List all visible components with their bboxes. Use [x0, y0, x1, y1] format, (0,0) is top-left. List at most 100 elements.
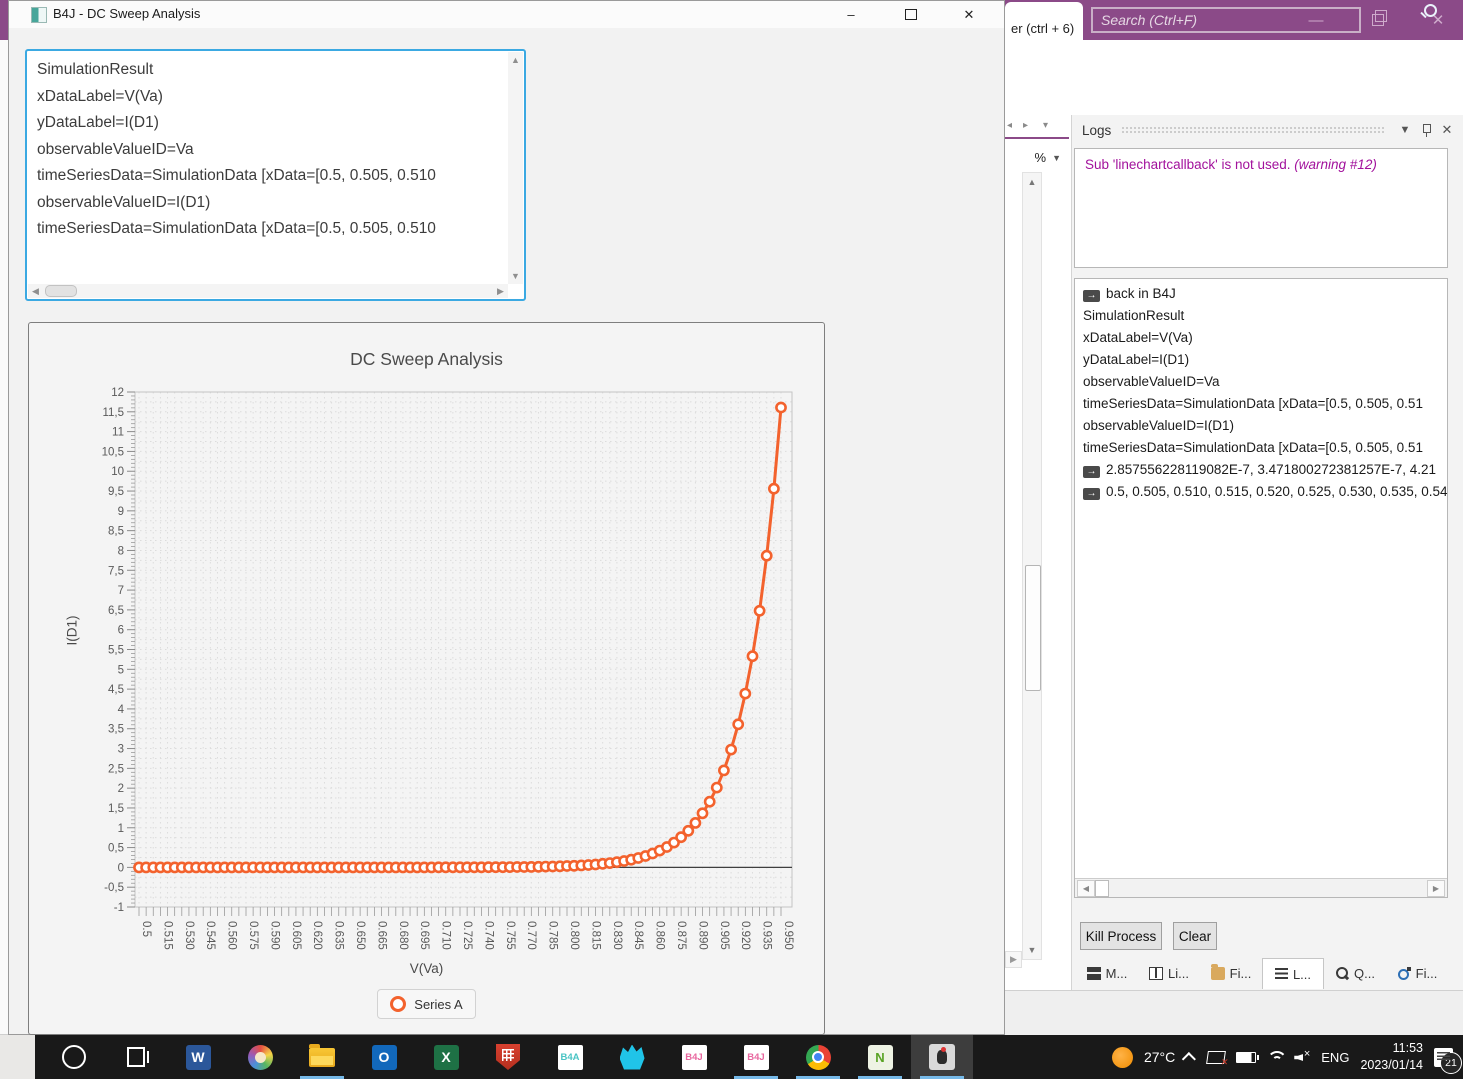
taskbar-item-b4j[interactable]: B4J [663, 1035, 725, 1079]
language-indicator[interactable]: ENG [1321, 1050, 1349, 1065]
close-icon[interactable]: ✕ [1437, 122, 1457, 138]
minimize-button[interactable]: – [829, 1, 873, 28]
book-icon [1149, 967, 1164, 980]
scroll-up-icon[interactable]: ▲ [508, 55, 523, 65]
scroll-up-icon[interactable]: ▲ [1023, 173, 1041, 190]
zoom-value: % [1034, 150, 1047, 165]
taskbar-item-outlook[interactable]: O [353, 1035, 415, 1079]
svg-text:0.860: 0.860 [654, 921, 666, 950]
battery-icon[interactable] [1236, 1051, 1260, 1063]
textarea-line: timeSeriesData=SimulationData [xData=[0.… [37, 167, 436, 184]
scroll-right-icon[interactable]: ▶ [493, 286, 508, 297]
ide-restore-button[interactable] [1361, 0, 1395, 40]
data-point [753, 604, 766, 617]
tab-L[interactable]: L... [1262, 958, 1324, 989]
notification-badge: 21 [1440, 1051, 1462, 1074]
data-point [768, 482, 780, 495]
taskbar-item-word[interactable]: W [167, 1035, 229, 1079]
svg-text:-0,5: -0,5 [104, 882, 124, 894]
taskbar-item-b4a[interactable]: B4A [539, 1035, 601, 1079]
loglines-icon [1274, 967, 1288, 981]
weather-sun-icon[interactable] [1111, 1046, 1133, 1068]
scrollbar-thumb[interactable] [1025, 565, 1041, 691]
tab-Fi[interactable]: Fi... [1386, 958, 1448, 989]
taskbar-apps: W O X B4A B4J B4J N [43, 1035, 973, 1079]
taskbar-item-paint[interactable] [229, 1035, 291, 1079]
chevron-down-icon: ▼ [1052, 152, 1061, 163]
taskbar-item-taskview[interactable] [105, 1035, 167, 1079]
display-disconnected-icon[interactable] [1206, 1050, 1227, 1064]
logs-panel-header[interactable]: Logs ▼ ✕ [1072, 115, 1463, 145]
svg-text:0.515: 0.515 [161, 921, 173, 950]
textarea-vertical-scrollbar[interactable]: ▲ ▼ [508, 52, 523, 284]
warning-number: (warning #12) [1294, 157, 1377, 172]
warning-text: Sub 'linechartcallback' is not used. [1085, 157, 1295, 172]
warnings-box[interactable]: Sub 'linechartcallback' is not used. (wa… [1074, 148, 1448, 268]
taskbar-item-cortana[interactable] [43, 1035, 105, 1079]
kill-process-button[interactable]: Kill Process [1080, 922, 1162, 950]
tab-Fi[interactable]: Fi... [1200, 958, 1262, 989]
shield-icon [496, 1044, 520, 1070]
window-titlebar[interactable]: B4J - DC Sweep Analysis – ✕ [9, 1, 1004, 28]
log-output-box[interactable]: → back in B4J SimulationResult xDataLabel=V… [1074, 278, 1448, 898]
temperature[interactable]: 27°C [1144, 1049, 1175, 1065]
textarea-line: timeSeriesData=SimulationData [xData=[0.… [37, 220, 436, 237]
panel-drag-grip[interactable] [1121, 125, 1385, 135]
ide-minimize-button[interactable]: — [1299, 0, 1333, 40]
clock[interactable]: 11:53 2023/01/14 [1360, 1040, 1423, 1074]
taskbar-item-chrome[interactable] [787, 1035, 849, 1079]
volume-muted-icon[interactable] [1294, 1048, 1310, 1063]
svg-text:12: 12 [111, 387, 124, 399]
tab-Q[interactable]: Q... [1324, 958, 1386, 989]
log-horizontal-scrollbar[interactable]: ◀ ▶ [1075, 878, 1447, 897]
simulation-result-textarea[interactable]: SimulationResult xDataLabel=V(Va) yDataLab… [25, 49, 526, 301]
taskbar-item-b4i[interactable] [601, 1035, 663, 1079]
pin-icon[interactable] [1421, 124, 1431, 137]
wifi-icon[interactable] [1267, 1051, 1283, 1063]
svg-text:10: 10 [111, 466, 124, 478]
taskbar-item-excel[interactable]: X [415, 1035, 477, 1079]
excel-icon: X [433, 1044, 459, 1070]
textarea-horizontal-scrollbar[interactable]: ◀ ▶ [28, 284, 508, 298]
b4a-icon: B4A [557, 1044, 583, 1070]
scroll-down-icon[interactable]: ▼ [1023, 941, 1041, 958]
tab-scroll-right-icon[interactable]: ▸ [1023, 120, 1028, 131]
scrollbar-thumb[interactable] [45, 285, 77, 297]
clear-button[interactable]: Clear [1173, 922, 1217, 950]
textarea-line: xDataLabel=V(Va) [37, 87, 163, 105]
tab-list-dropdown-icon[interactable]: ▾ [1043, 120, 1048, 131]
taskbar-item-java[interactable] [911, 1035, 973, 1079]
panel-menu-icon[interactable]: ▼ [1395, 124, 1415, 136]
zoom-combobox[interactable]: % ▼ [1005, 147, 1061, 168]
close-button[interactable]: ✕ [947, 1, 991, 28]
show-hidden-icons-icon[interactable] [1182, 1052, 1197, 1067]
tab-M[interactable]: M... [1076, 958, 1138, 989]
scroll-down-icon[interactable]: ▼ [508, 271, 523, 281]
svg-text:0.800: 0.800 [568, 921, 580, 950]
ide-close-button[interactable]: ✕ [1421, 0, 1455, 40]
scroll-right-icon[interactable]: ▶ [1427, 880, 1445, 897]
tab-scroll-left-icon[interactable]: ◂ [1007, 120, 1012, 131]
taskbar-item-b4j[interactable]: B4J [725, 1035, 787, 1079]
textarea-line: SimulationResult [37, 61, 154, 78]
textarea-content: SimulationResult xDataLabel=V(Va) yDataLab… [37, 57, 504, 243]
svg-text:11: 11 [112, 427, 124, 439]
scrollbar-thumb[interactable] [1095, 880, 1109, 897]
editor-vertical-scrollbar[interactable]: ▲ ▼ [1022, 172, 1042, 960]
time: 11:53 [1392, 1041, 1423, 1056]
editor-tab[interactable]: er (ctrl + 6) [1005, 2, 1083, 40]
chart-svg: 1211,51110,5109,598,587,576,565,554,543,… [102, 387, 794, 950]
svg-text:0.620: 0.620 [311, 921, 323, 950]
scroll-left-icon[interactable]: ◀ [28, 286, 43, 297]
editor-hscroll-right-icon[interactable]: ▶ [1005, 951, 1022, 968]
maximize-button[interactable] [889, 1, 933, 28]
scroll-left-icon[interactable]: ◀ [1077, 880, 1095, 897]
data-point [775, 401, 787, 414]
taskbar-item-shield[interactable] [477, 1035, 539, 1079]
notification-center-icon[interactable]: 21 [1434, 1047, 1462, 1074]
svg-text:10,5: 10,5 [102, 446, 124, 458]
taskbar-item-npp[interactable]: N [849, 1035, 911, 1079]
tab-Li[interactable]: Li... [1138, 958, 1200, 989]
taskbar-item-explorer[interactable] [291, 1035, 353, 1079]
svg-text:2: 2 [118, 783, 124, 795]
